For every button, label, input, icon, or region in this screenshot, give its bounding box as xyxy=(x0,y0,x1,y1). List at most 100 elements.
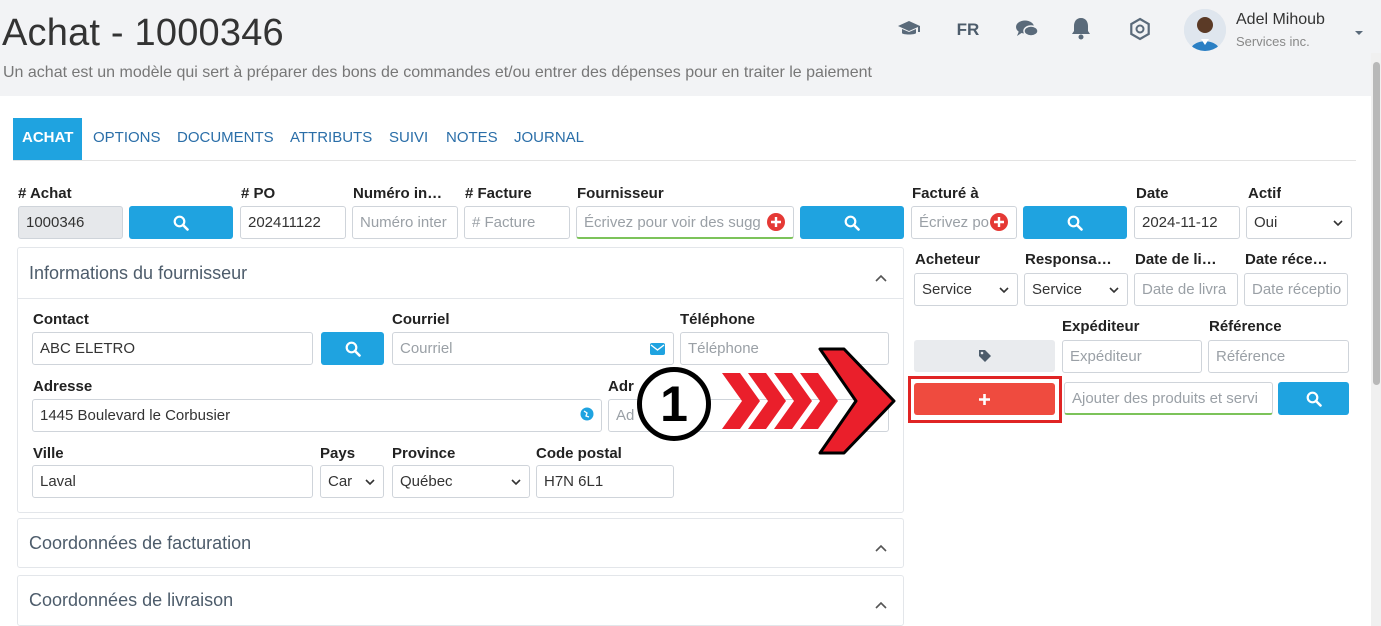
adresse-label: Adresse xyxy=(33,378,93,395)
highlight-box xyxy=(908,376,1062,423)
date-label: Date xyxy=(1136,185,1169,202)
po-field[interactable]: 202411122 xyxy=(240,206,346,239)
pays-value: Car xyxy=(328,473,353,490)
chevron-down-icon[interactable] xyxy=(1354,24,1364,35)
chevron-up-icon[interactable] xyxy=(875,539,887,552)
search-icon xyxy=(844,215,860,231)
date-field[interactable]: 2024-11-12 xyxy=(1134,206,1240,239)
date-reception-field[interactable]: Date réceptio xyxy=(1244,273,1348,306)
tabs-divider xyxy=(13,160,1356,161)
search-icon xyxy=(345,341,361,357)
bell-icon[interactable] xyxy=(1070,16,1094,48)
settings-icon[interactable] xyxy=(1128,17,1154,49)
add-products-input[interactable]: Ajouter des produits et servi xyxy=(1064,382,1273,415)
expediteur-field[interactable]: Expéditeur xyxy=(1062,340,1202,373)
code-postal-field[interactable]: H7N 6L1 xyxy=(536,465,674,498)
acheteur-value: Service xyxy=(922,281,973,298)
chevron-down-icon xyxy=(999,287,1009,294)
reference-label: Référence xyxy=(1209,318,1282,335)
telephone-label: Téléphone xyxy=(680,311,756,328)
fournisseur-label: Fournisseur xyxy=(577,185,664,202)
tag-button[interactable] xyxy=(914,340,1055,372)
pays-select[interactable]: Car xyxy=(320,465,384,498)
top-header: Achat - 1000346 Un achat est un modèle q… xyxy=(0,0,1381,96)
facture-a-search-button[interactable] xyxy=(1023,206,1127,239)
actif-select[interactable]: Oui xyxy=(1246,206,1352,239)
reference-field[interactable]: Référence xyxy=(1208,340,1349,373)
avatar[interactable] xyxy=(1184,9,1226,51)
facturation-panel-title[interactable]: Coordonnées de facturation xyxy=(29,533,251,554)
supplier-panel-title[interactable]: Informations du fournisseur xyxy=(29,263,247,284)
products-search-button[interactable] xyxy=(1278,382,1349,415)
tab-documents[interactable]: DOCUMENTS xyxy=(177,118,274,160)
adresse2-label: Adr xyxy=(608,378,634,395)
date-reception-label: Date réce… xyxy=(1245,251,1328,268)
globe-icon xyxy=(580,407,594,426)
user-company: Services inc. xyxy=(1236,34,1310,49)
pointer-arrow-icon xyxy=(714,345,900,462)
adresse-field[interactable]: 1445 Boulevard le Corbusier xyxy=(32,399,602,432)
pays-label: Pays xyxy=(320,445,356,462)
chevron-down-icon xyxy=(511,479,521,486)
chevron-down-icon xyxy=(1109,287,1119,294)
ville-label: Ville xyxy=(33,445,64,462)
acheteur-select[interactable]: Service xyxy=(914,273,1018,306)
date-livraison-field[interactable]: Date de livra xyxy=(1134,273,1238,306)
step-number-badge: 1 xyxy=(637,367,711,441)
contact-field[interactable]: ABC ELETRO xyxy=(32,332,313,365)
search-icon xyxy=(173,215,189,231)
livraison-panel-title[interactable]: Coordonnées de livraison xyxy=(29,590,233,611)
graduation-cap-icon[interactable] xyxy=(897,17,923,49)
facture-label: # Facture xyxy=(465,185,532,202)
tag-icon xyxy=(979,350,991,362)
expediteur-label: Expéditeur xyxy=(1062,318,1140,335)
province-value: Québec xyxy=(400,473,453,490)
chevron-up-icon[interactable] xyxy=(875,596,887,609)
scrollbar-thumb[interactable] xyxy=(1373,62,1380,385)
acheteur-label: Acheteur xyxy=(915,251,981,268)
page-subtitle: Un achat est un modèle qui sert à prépar… xyxy=(3,64,872,81)
responsable-value: Service xyxy=(1032,281,1083,298)
tab-suivi[interactable]: SUIVI xyxy=(389,118,428,160)
search-icon xyxy=(1306,391,1322,407)
numero-interne-field[interactable]: Numéro inter xyxy=(352,206,458,239)
page-title: Achat - 1000346 xyxy=(2,12,284,54)
clear-icon[interactable] xyxy=(767,213,785,231)
date-livraison-label: Date de li… xyxy=(1135,251,1217,268)
fournisseur-input[interactable]: Écrivez pour voir des sugg xyxy=(576,206,794,239)
fournisseur-search-button[interactable] xyxy=(800,206,904,239)
chevron-down-icon xyxy=(365,479,375,486)
language-selector[interactable]: FR xyxy=(952,14,984,46)
envelope-icon xyxy=(650,342,665,360)
search-icon xyxy=(1067,215,1083,231)
courriel-label: Courriel xyxy=(392,311,450,328)
facture-a-label: Facturé à xyxy=(912,185,979,202)
tab-attributs[interactable]: ATTRIBUTS xyxy=(290,118,372,160)
actif-label: Actif xyxy=(1248,185,1282,202)
code-postal-label: Code postal xyxy=(536,445,622,462)
numero-label: Numéro in… xyxy=(353,185,443,202)
chat-icon[interactable] xyxy=(1015,18,1041,50)
tab-achat[interactable]: ACHAT xyxy=(13,118,83,160)
responsable-select[interactable]: Service xyxy=(1024,273,1128,306)
facture-field[interactable]: # Facture xyxy=(464,206,570,239)
clear-icon[interactable] xyxy=(990,213,1008,231)
tab-journal[interactable]: JOURNAL xyxy=(514,118,584,160)
contact-search-button[interactable] xyxy=(321,332,384,365)
user-name[interactable]: Adel Mihoub xyxy=(1236,11,1325,29)
po-label: # PO xyxy=(241,185,276,202)
actif-value: Oui xyxy=(1254,214,1278,231)
courriel-field[interactable]: Courriel xyxy=(392,332,674,365)
contact-label: Contact xyxy=(33,311,89,328)
achat-number-field[interactable]: 1000346 xyxy=(18,206,123,239)
responsable-label: Responsa… xyxy=(1025,251,1112,268)
achat-search-button[interactable] xyxy=(129,206,233,239)
province-label: Province xyxy=(392,445,456,462)
ville-field[interactable]: Laval xyxy=(32,465,313,498)
chevron-down-icon xyxy=(1333,220,1343,227)
achat-label: # Achat xyxy=(18,185,72,202)
tab-notes[interactable]: NOTES xyxy=(446,118,498,160)
province-select[interactable]: Québec xyxy=(392,465,530,498)
tab-options[interactable]: OPTIONS xyxy=(93,118,161,160)
chevron-up-icon[interactable] xyxy=(875,269,887,282)
